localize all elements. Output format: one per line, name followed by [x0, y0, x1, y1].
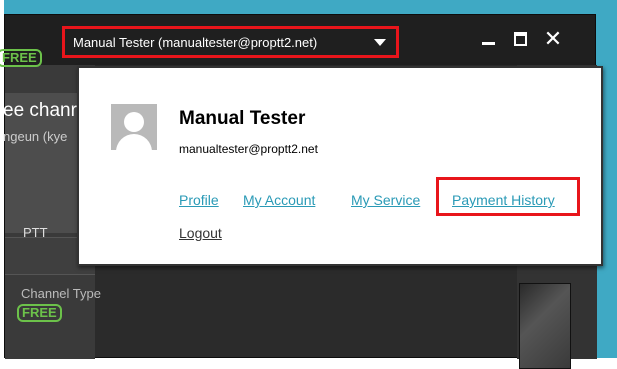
- scrollbar-thumb[interactable]: [519, 283, 571, 369]
- channel-type-label: Channel Type: [21, 286, 101, 301]
- title-bar: Manual Tester (manualtester@proptt2.net)…: [5, 15, 595, 65]
- maximize-button[interactable]: [511, 29, 531, 49]
- account-popup: Manual Tester manualtester@proptt2.net P…: [77, 66, 603, 266]
- close-icon: ✕: [543, 26, 563, 51]
- user-name: Manual Tester: [179, 108, 306, 129]
- minimize-button[interactable]: [479, 29, 499, 49]
- profile-link[interactable]: Profile: [179, 192, 219, 208]
- chevron-down-icon: [374, 39, 386, 46]
- avatar: [111, 104, 157, 150]
- channel-type-free-badge: FREE: [17, 304, 62, 322]
- close-button[interactable]: ✕: [543, 26, 563, 51]
- avatar-head-shape: [124, 112, 144, 132]
- my-service-link[interactable]: My Service: [351, 192, 420, 208]
- payment-history-highlight: [436, 177, 580, 216]
- my-account-link[interactable]: My Account: [243, 192, 315, 208]
- logout-link[interactable]: Logout: [179, 225, 222, 241]
- account-menu-label: Manual Tester (manualtester@proptt2.net): [73, 34, 318, 50]
- channel-owner: ngeun (kye: [3, 129, 68, 144]
- channel-title: ee chanr: [3, 100, 77, 121]
- avatar-body-shape: [116, 134, 152, 150]
- tab-ptt[interactable]: PTT: [23, 225, 48, 240]
- free-badge: FREE: [0, 49, 42, 67]
- user-email: manualtester@proptt2.net: [179, 142, 318, 156]
- account-menu-button[interactable]: Manual Tester (manualtester@proptt2.net): [62, 26, 399, 58]
